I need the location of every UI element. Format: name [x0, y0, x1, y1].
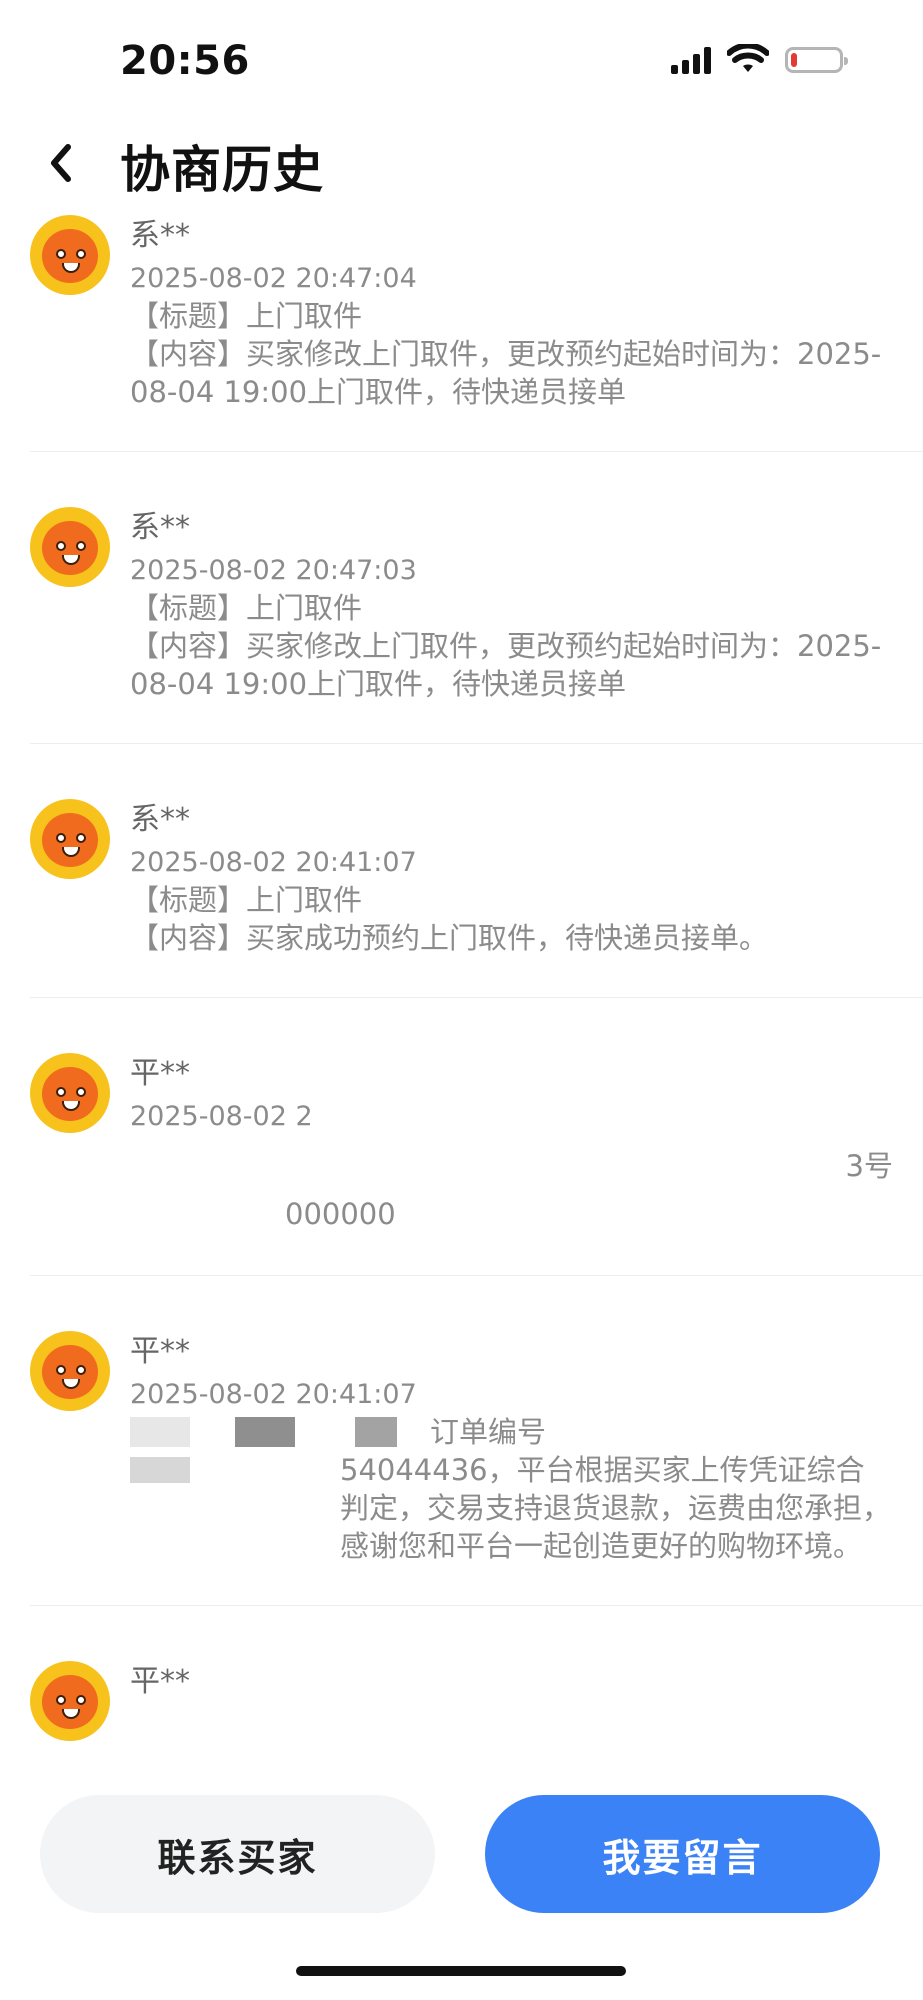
battery-icon: [785, 47, 848, 73]
back-icon[interactable]: [40, 138, 80, 188]
redacted-fragment: 3号: [845, 1149, 893, 1183]
history-title-line: 【标题】上门取件: [130, 591, 363, 625]
history-item: 平**: [0, 1605, 923, 1747]
contact-buyer-button[interactable]: 联系买家: [40, 1795, 435, 1913]
status-time: 20:56: [120, 38, 250, 84]
history-item: 平** 2025-08-02 20:41:07 订单编号 54044436，平台…: [0, 1275, 923, 1605]
status-bar: 20:56: [0, 0, 923, 120]
order-content: 54044436，平台根据买家上传凭证综合判定，交易支持退货退款，运费由您承担，…: [130, 1451, 893, 1565]
redaction-block: [130, 1417, 190, 1447]
order-label: 订单编号: [430, 1415, 547, 1449]
order-line: 订单编号: [130, 1413, 893, 1451]
redacted-fragment: 000000: [285, 1197, 396, 1231]
history-item: 系** 2025-08-02 20:47:04 【标题】上门取件 【内容】买家修…: [0, 205, 923, 451]
battery-level: [791, 53, 797, 67]
history-list[interactable]: 系** 2025-08-02 20:47:04 【标题】上门取件 【内容】买家修…: [0, 205, 923, 1765]
history-content-line: 【内容】买家修改上门取件，更改预约起始时间为：2025-08-04 19:00上…: [130, 337, 882, 409]
wifi-icon: [727, 44, 769, 72]
sender-name: 系**: [130, 218, 190, 253]
redaction-block: [235, 1417, 295, 1447]
history-item: 系** 2025-08-02 20:41:07 【标题】上门取件 【内容】买家成…: [0, 743, 923, 997]
timestamp: 2025-08-02 20:47:04: [130, 263, 417, 294]
history-title-line: 【标题】上门取件: [130, 299, 363, 333]
history-content-line: 【内容】买家修改上门取件，更改预约起始时间为：2025-08-04 19:00上…: [130, 629, 882, 701]
history-content-line: 【内容】买家成功预约上门取件，待快递员接单。: [130, 921, 769, 955]
signal-icon: [671, 46, 711, 74]
leave-message-button[interactable]: 我要留言: [485, 1795, 880, 1913]
status-icons: [671, 44, 848, 76]
sender-name: 系**: [130, 510, 190, 545]
history-title-line: 【标题】上门取件: [130, 883, 363, 917]
redaction-block: [130, 1457, 190, 1483]
bottom-action-bar: 联系买家 我要留言: [0, 1765, 923, 1945]
history-item: 系** 2025-08-02 20:47:03 【标题】上门取件 【内容】买家修…: [0, 451, 923, 743]
redacted-block: 3号 000000: [130, 1135, 893, 1235]
redaction-block: [355, 1417, 397, 1447]
timestamp: 2025-08-02 20:41:07: [130, 1379, 417, 1410]
timestamp: 2025-08-02 2: [130, 1101, 313, 1132]
sender-name: 平**: [130, 1664, 190, 1699]
sender-name: 系**: [130, 802, 190, 837]
page-header: 协商历史: [0, 120, 923, 210]
timestamp: 2025-08-02 20:47:03: [130, 555, 417, 586]
redaction-block: [235, 1457, 295, 1483]
sender-name: 平**: [130, 1056, 190, 1091]
page-title: 协商历史: [120, 141, 324, 199]
home-indicator: [296, 1966, 626, 1976]
history-item: 平** 2025-08-02 2 3号 000000: [0, 997, 923, 1275]
sender-name: 平**: [130, 1334, 190, 1369]
timestamp: 2025-08-02 20:41:07: [130, 847, 417, 878]
